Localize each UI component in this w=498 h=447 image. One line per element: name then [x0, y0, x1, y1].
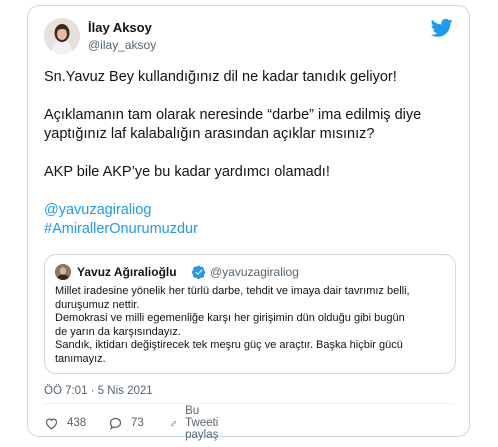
- tweet-paragraph: Açıklamanın tam olarak neresinde “darbe”…: [44, 107, 422, 123]
- author-name[interactable]: İlay Aksoy: [88, 20, 152, 35]
- like-count: 438: [67, 417, 87, 429]
- tweet-paragraph: Sn.Yavuz Bey kullandığınız dil ne kadar …: [44, 69, 397, 85]
- quoted-author-handle: @yavuzagiraliog: [210, 265, 299, 279]
- quoted-tweet[interactable]: Yavuz Ağıralioğlu @yavuzagiraliog Millet…: [44, 254, 456, 374]
- tweet-header: İlay Aksoy @ilay_aksoy: [44, 18, 453, 58]
- quoted-line: duruşumuz nettir.: [55, 298, 140, 311]
- tweet-paragraph: yaptığınız laf kalabalığın arasından açı…: [44, 126, 375, 142]
- share-button[interactable]: Bu Tweeti paylaş: [170, 405, 226, 441]
- tweet-links: @yavuzagiraliog #AmirallerOnurumuzdur: [44, 201, 456, 239]
- quoted-tweet-text: Millet iradesine yönelik her türlü darbe…: [55, 285, 445, 366]
- hashtag-link[interactable]: #AmirallerOnurumuzdur: [44, 220, 456, 239]
- share-label: Bu Tweeti paylaş: [185, 405, 219, 441]
- tweet-card: İlay Aksoy @ilay_aksoy Sn.Yavuz Bey kull…: [27, 5, 470, 441]
- heart-icon: [45, 417, 58, 430]
- tweet-text: Sn.Yavuz Bey kullandığınız dil ne kadar …: [44, 68, 456, 239]
- quoted-tweet-header: Yavuz Ağıralioğlu @yavuzagiraliog: [55, 264, 445, 280]
- reply-count: 73: [131, 417, 144, 429]
- verified-badge-icon: [192, 265, 206, 279]
- share-icon: [171, 420, 176, 426]
- mention-link[interactable]: @yavuzagiraliog: [44, 201, 456, 220]
- quoted-author-avatar: [55, 264, 71, 280]
- quoted-line: Sandık, iktidarı değiştirecek tek meşru …: [55, 339, 403, 351]
- tweet-timestamp[interactable]: ÖÖ 7:01 · 5 Nis 2021: [44, 385, 153, 397]
- divider: [44, 403, 453, 404]
- reply-icon: [109, 417, 122, 430]
- author-avatar[interactable]: [44, 18, 80, 54]
- twitter-bird-icon[interactable]: [431, 18, 453, 38]
- tweet-paragraph: AKP bile AKP’ye bu kadar yardımcı olamad…: [44, 164, 330, 180]
- quoted-line: tanımayız.: [55, 352, 106, 365]
- quoted-line: Demokrasi ve milli egemenliğe karşı her …: [55, 312, 405, 324]
- like-button[interactable]: 438: [44, 414, 86, 432]
- quoted-author-name: Yavuz Ağıralioğlu: [77, 265, 177, 279]
- author-handle[interactable]: @ilay_aksoy: [88, 38, 156, 52]
- reply-button[interactable]: 73: [108, 414, 144, 432]
- quoted-line: de yarın da karşısındayız.: [55, 325, 181, 338]
- quoted-line: Millet iradesine yönelik her türlü darbe…: [55, 285, 410, 297]
